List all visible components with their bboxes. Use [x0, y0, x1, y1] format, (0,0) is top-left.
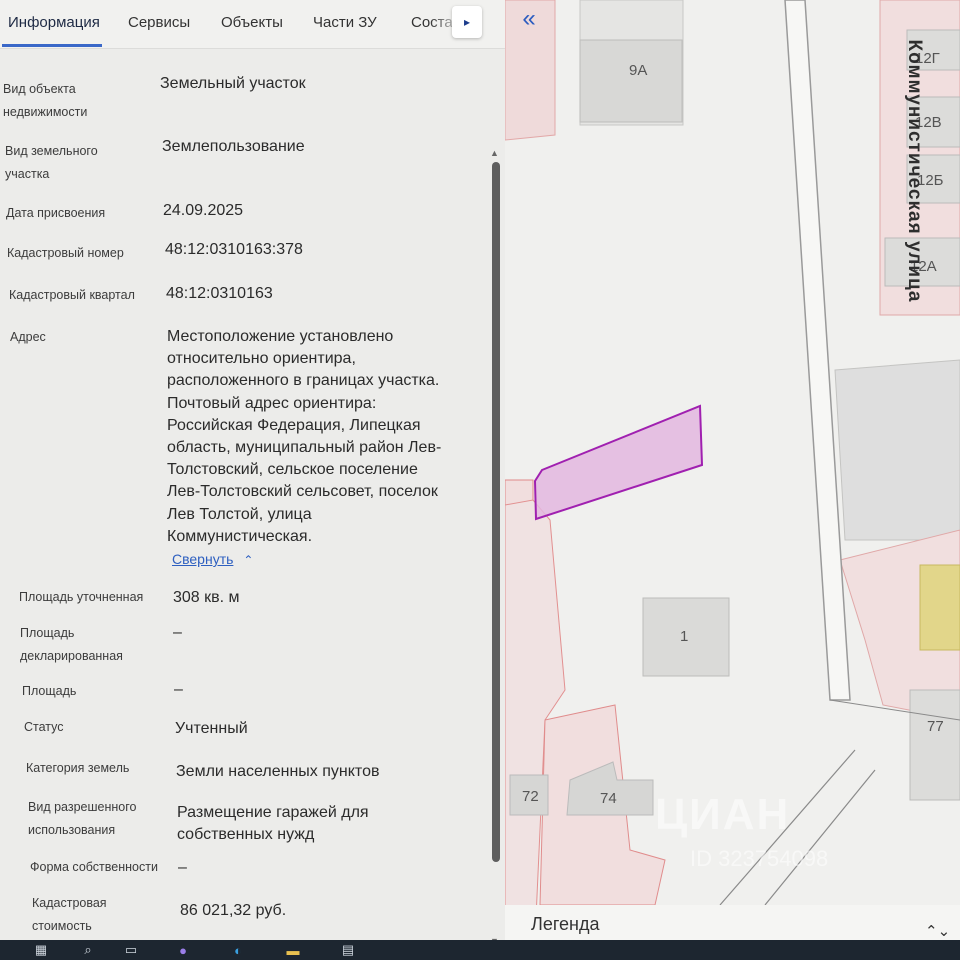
map-view[interactable]: 9А 12Г 12В 12Б 12А 1 77 72 74 ЦИАН ID 32… — [505, 0, 960, 940]
task-view-icon[interactable]: ▭ — [123, 942, 139, 958]
label-cadastral-block: Кадастровый квартал — [9, 288, 135, 302]
label-address: Адрес — [10, 330, 46, 344]
map-label-72: 72 — [522, 788, 539, 805]
value-area-refined: 308 кв. м — [173, 589, 240, 606]
label-assign-date: Дата присвоения — [6, 206, 106, 220]
double-chevron-left-icon: « — [522, 5, 536, 32]
street-strip — [784, 0, 851, 701]
legend-label[interactable]: Легенда — [531, 914, 599, 935]
label-land-type: Вид земельного участка — [5, 144, 98, 181]
chevron-up-icon: ⌃ — [243, 553, 254, 567]
label-permitted-use: Вид разрешенного использования — [28, 800, 137, 837]
scroll-up-arrow-icon[interactable]: ▲ — [490, 148, 499, 158]
label-area: Площадь — [22, 684, 77, 698]
value-status: Учтенный — [175, 720, 248, 737]
files-icon[interactable]: ▬ — [285, 942, 301, 958]
map-label-9a: 9А — [629, 62, 648, 79]
label-cadastral-value: Кадастровая стоимость — [32, 896, 107, 933]
building-yellow — [919, 564, 960, 651]
taskbar — [0, 940, 960, 960]
value-land-type: Землепользование — [162, 138, 305, 155]
watermark-logo: ЦИАН — [655, 790, 791, 839]
map-label-74: 74 — [600, 790, 617, 807]
label-object-type: Вид объекта недвижимости — [3, 82, 88, 119]
map-label-77: 77 — [927, 718, 944, 735]
legend-toggle-icon[interactable]: ⌃⌄ — [925, 922, 950, 940]
value-permitted-use: Размещение гаражей для собственных нужд — [177, 804, 369, 844]
label-land-category: Категория земель — [26, 761, 130, 775]
value-cadastral-value: 86 021,32 руб. — [180, 902, 287, 919]
value-area-declared: – — [173, 624, 182, 641]
watermark-id: ID 323754098 — [690, 846, 829, 871]
label-ownership-form: Форма собственности — [30, 860, 158, 874]
value-land-category: Земли населенных пунктов — [176, 763, 380, 780]
label-cadastral-number: Кадастровый номер — [7, 246, 124, 260]
active-tab-indicator — [2, 44, 102, 47]
panel-scrollbar[interactable] — [492, 162, 500, 862]
collapse-address-label: Свернуть — [172, 551, 234, 567]
collapse-address-link[interactable]: Свернуть ⌃ — [172, 551, 253, 567]
app-icon[interactable]: ● — [175, 942, 191, 958]
edge-icon[interactable]: ◐ — [230, 942, 246, 958]
collapse-panel-button[interactable]: « — [508, 2, 550, 36]
street-name-label: Коммунистическая улица — [904, 39, 925, 303]
tab-parts[interactable]: Части ЗУ — [313, 14, 377, 31]
building-9a — [579, 39, 683, 123]
value-address: Местоположение установлено относительно … — [167, 328, 442, 545]
value-area: – — [174, 681, 183, 698]
chevron-right-icon: ▸ — [463, 15, 471, 29]
map-label-1: 1 — [680, 628, 689, 645]
store-icon[interactable]: ▤ — [340, 942, 356, 958]
label-area-declared: Площадь декларированная — [20, 626, 123, 663]
building-right-mid — [834, 359, 960, 541]
value-object-type: Земельный участок — [160, 75, 306, 92]
selected-parcel[interactable] — [533, 404, 704, 521]
tab-services[interactable]: Сервисы — [128, 14, 190, 31]
value-cadastral-number: 48:12:0310163:378 — [165, 241, 303, 258]
value-ownership-form: – — [178, 859, 187, 876]
info-panel: Информация Сервисы Объекты Части ЗУ Сост… — [0, 0, 505, 940]
building-77 — [909, 689, 960, 801]
tab-bar: Информация Сервисы Объекты Части ЗУ Сост… — [0, 0, 505, 49]
label-area-refined: Площадь уточненная — [19, 590, 144, 604]
value-assign-date: 24.09.2025 — [163, 202, 244, 219]
tab-objects[interactable]: Объекты — [221, 14, 283, 31]
tabs-scroll-right-button[interactable]: ▸ — [452, 6, 482, 38]
label-status: Статус — [24, 720, 64, 734]
value-cadastral-block: 48:12:0310163 — [166, 285, 273, 302]
tab-info[interactable]: Информация — [8, 14, 100, 31]
search-icon[interactable]: ⌕ — [80, 942, 96, 958]
windows-icon[interactable]: ▦ — [33, 942, 49, 958]
